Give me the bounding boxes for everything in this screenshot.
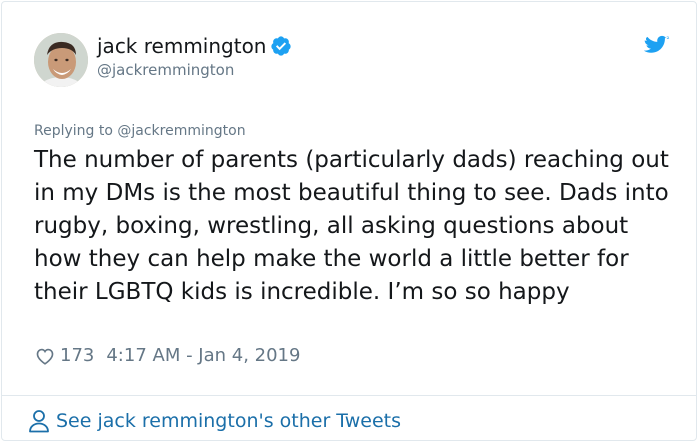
replying-label: Replying to (34, 123, 113, 139)
see-other-tweets-link[interactable]: See jack remmington's other Tweets (28, 408, 401, 434)
person-icon (29, 410, 49, 433)
avatar-photo-icon (34, 33, 88, 87)
author-avatar[interactable] (34, 33, 88, 87)
like-count: 173 (60, 345, 95, 366)
author-name-text[interactable]: jack remmington (97, 34, 266, 58)
tweet-timestamp[interactable]: 4:17 AM - Jan 4, 2019 (106, 344, 300, 368)
tweet-card: jack remmington @jackremmington Replying… (1, 1, 697, 441)
twitter-bird-icon[interactable] (644, 35, 670, 57)
verified-badge-icon (271, 36, 292, 56)
footer-divider (2, 395, 696, 396)
tweet-text: The number of parents (particularly dads… (34, 147, 669, 305)
heart-icon[interactable] (34, 345, 56, 367)
author-name[interactable]: jack remmington (97, 33, 292, 59)
replying-handle[interactable]: @jackremmington (117, 123, 245, 139)
see-other-tweets-text[interactable]: See jack remmington's other Tweets (56, 408, 401, 434)
replying-to: Replying to @jackremmington (34, 122, 246, 140)
tweet-meta: 173 4:17 AM - Jan 4, 2019 (34, 344, 300, 368)
author-handle[interactable]: @jackremmington (97, 60, 234, 80)
